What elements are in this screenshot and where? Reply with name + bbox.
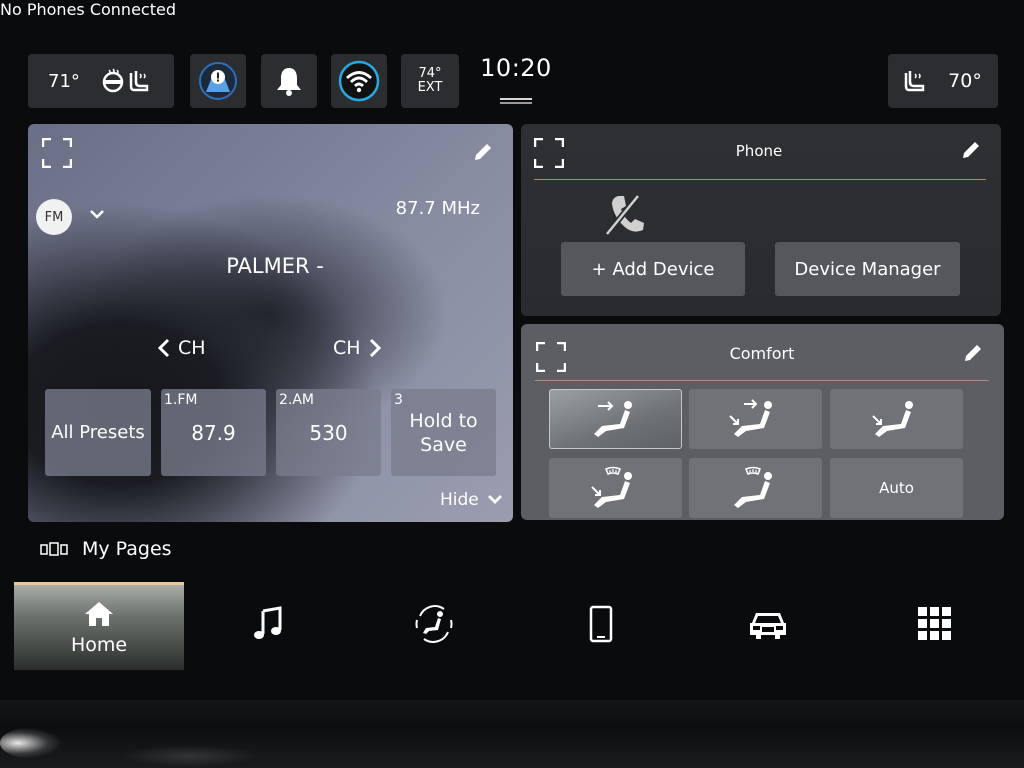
airflow-defrost-seat-icon <box>733 466 772 508</box>
device-manager-button[interactable]: Device Manager <box>775 242 960 296</box>
pull-down-handle[interactable] <box>500 98 532 104</box>
edit-pencil-icon[interactable] <box>962 342 984 364</box>
all-presets-button[interactable]: All Presets <box>45 389 151 476</box>
phone-title: Phone <box>735 142 783 160</box>
bell-icon <box>277 68 301 96</box>
airflow-face-feet-button[interactable] <box>689 389 822 449</box>
light-reflection <box>120 745 260 767</box>
channel-prev-button[interactable]: CH <box>156 337 206 359</box>
preset-1-button[interactable]: 1.FM 87.9 <box>161 389 266 476</box>
pages-icon <box>40 542 68 556</box>
edit-pencil-icon[interactable] <box>472 141 494 163</box>
airflow-defrost-button[interactable] <box>689 458 822 518</box>
chevron-left-icon <box>157 338 170 358</box>
driver-climate-button[interactable]: 71° <box>28 54 174 108</box>
driver-assist-button[interactable] <box>190 54 246 108</box>
wifi-button[interactable] <box>331 54 387 108</box>
nav-home-button[interactable]: Home <box>14 582 184 670</box>
hide-presets-button[interactable]: Hide <box>440 490 503 510</box>
preset-2-button[interactable]: 2.AM 530 <box>276 389 381 476</box>
music-note-icon <box>254 606 282 639</box>
panel-divider <box>535 380 989 381</box>
nav-media-button[interactable] <box>248 600 288 648</box>
vehicle-icon <box>750 613 786 639</box>
hide-label: Hide <box>440 490 479 510</box>
comfort-seat-icon <box>415 605 453 643</box>
channel-next-button[interactable]: CH <box>333 337 383 359</box>
preset-number: 1.FM <box>164 392 198 408</box>
preset-value: Hold to Save <box>409 410 478 456</box>
channel-prev-label: CH <box>178 337 206 359</box>
preset-value: 87.9 <box>191 421 236 445</box>
add-device-label: + Add Device <box>591 258 715 280</box>
comfort-title: Comfort <box>729 344 795 363</box>
expand-icon[interactable] <box>536 342 566 372</box>
all-presets-label: All Presets <box>51 422 145 443</box>
preset-number: 2.AM <box>279 392 315 408</box>
station-name: PALMER - <box>226 254 324 278</box>
add-device-button[interactable]: + Add Device <box>561 242 745 296</box>
airflow-face-feet-seat-icon <box>728 399 772 437</box>
clock: 10:20 <box>480 54 552 82</box>
preset-value: 530 <box>309 421 348 445</box>
exterior-temp: 74° EXT <box>401 54 459 108</box>
preset-3-button[interactable]: 3 Hold to Save <box>391 389 496 476</box>
nav-apps-button[interactable] <box>915 600 955 648</box>
channel-next-label: CH <box>333 337 361 359</box>
expand-icon[interactable] <box>534 138 564 168</box>
chevron-down-icon <box>487 495 502 504</box>
notifications-button[interactable] <box>261 54 317 108</box>
nav-phone-button[interactable] <box>581 600 621 648</box>
airflow-face-seat-icon <box>593 401 632 437</box>
airflow-defrost-feet-seat-icon <box>590 466 632 508</box>
preset-number: 3 <box>394 392 403 408</box>
passenger-climate-button[interactable]: 70° <box>888 54 998 108</box>
nav-comfort-button[interactable] <box>414 600 454 648</box>
home-icon <box>85 601 113 626</box>
light-reflection <box>0 728 60 758</box>
my-pages-button[interactable]: My Pages <box>40 538 172 560</box>
apps-grid-icon <box>918 607 951 640</box>
airflow-face-button[interactable] <box>549 389 682 449</box>
airflow-feet-button[interactable] <box>830 389 963 449</box>
phone-disconnected-icon <box>604 194 644 236</box>
my-pages-label: My Pages <box>82 538 172 560</box>
expand-icon[interactable] <box>42 138 72 168</box>
airflow-feet-seat-icon <box>871 401 913 437</box>
chevron-down-icon[interactable] <box>88 208 106 222</box>
wifi-icon <box>338 60 380 102</box>
airflow-defrost-feet-button[interactable] <box>549 458 682 518</box>
smartphone-icon <box>589 605 613 643</box>
infotainment-screen: 71° 74° EXT 10:20 70° FM 87.7 MHz PALMER… <box>0 0 1024 700</box>
exterior-temp-value: 74° <box>418 66 442 81</box>
heated-steering-seat-icon <box>100 68 150 94</box>
panel-divider <box>534 179 986 180</box>
climate-auto-button[interactable]: Auto <box>830 458 963 518</box>
driver-temp: 71° <box>48 70 80 92</box>
phone-status: No Phones Connected <box>0 0 176 19</box>
band-badge[interactable]: FM <box>36 199 72 235</box>
home-label: Home <box>70 633 128 656</box>
nav-vehicle-button[interactable] <box>748 600 788 648</box>
passenger-temp: 70° <box>948 70 982 92</box>
exterior-temp-label: EXT <box>417 80 443 95</box>
radio-frequency: 87.7 MHz <box>395 198 480 219</box>
edit-pencil-icon[interactable] <box>960 139 982 161</box>
driver-assist-icon <box>199 62 237 100</box>
auto-label: Auto <box>879 479 914 497</box>
screen-bezel <box>0 700 1024 768</box>
heated-seat-icon <box>904 71 925 92</box>
device-manager-label: Device Manager <box>794 258 941 280</box>
chevron-right-icon <box>369 338 381 358</box>
